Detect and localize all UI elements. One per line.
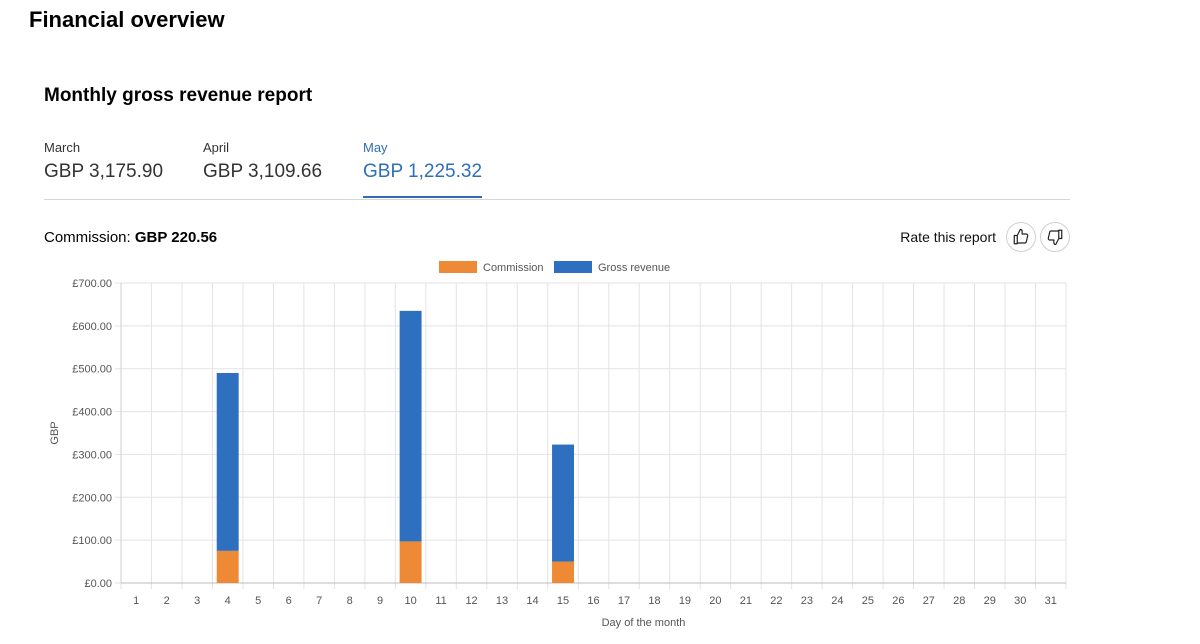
- commission-label: Commission:: [44, 229, 131, 246]
- x-tick-label: 25: [862, 595, 874, 607]
- x-tick-label: 19: [679, 595, 691, 607]
- x-tick-label: 2: [164, 595, 170, 607]
- bar-gross-revenue-day-4: [216, 373, 239, 551]
- commission-summary: Commission: GBP 220.56: [44, 229, 217, 246]
- legend-label: Gross revenue: [598, 262, 670, 274]
- x-tick-label: 30: [1014, 595, 1026, 607]
- thumbs-up-button[interactable]: [1006, 222, 1036, 252]
- x-tick-label: 16: [587, 595, 599, 607]
- x-tick-label: 21: [740, 595, 752, 607]
- x-tick-label: 18: [648, 595, 660, 607]
- thumbs-down-button[interactable]: [1040, 222, 1070, 252]
- month-value: GBP 1,225.32: [363, 161, 483, 182]
- x-tick-label: 23: [801, 595, 813, 607]
- bar-gross-revenue-day-10: [399, 310, 422, 542]
- x-tick-label: 17: [618, 595, 630, 607]
- x-tick-label: 14: [526, 595, 538, 607]
- bar-commission-day-10: [399, 541, 422, 583]
- x-tick-label: 15: [557, 595, 569, 607]
- x-axis-title: Day of the month: [602, 617, 686, 629]
- tab-may[interactable]: May GBP 1,225.32: [363, 138, 483, 198]
- bar-commission-day-4: [216, 550, 239, 583]
- month-value: GBP 3,175.90: [44, 161, 164, 182]
- rate-label: Rate this report: [900, 229, 996, 245]
- x-tick-label: 24: [831, 595, 843, 607]
- tab-april[interactable]: April GBP 3,109.66: [203, 138, 322, 198]
- x-tick-label: 9: [377, 595, 383, 607]
- x-tick-label: 28: [953, 595, 965, 607]
- y-tick-label: £300.00: [72, 449, 112, 461]
- y-tick-label: £100.00: [72, 535, 112, 547]
- report-title: Monthly gross revenue report: [44, 85, 313, 106]
- y-tick-label: £500.00: [72, 364, 112, 376]
- bar-gross-revenue-day-15: [552, 444, 574, 562]
- page-title: Financial overview: [29, 7, 225, 32]
- rate-report: Rate this report: [900, 222, 1070, 252]
- month-name: April: [203, 140, 230, 155]
- month-name: March: [44, 140, 81, 155]
- legend-label: Commission: [483, 262, 544, 274]
- x-tick-label: 6: [286, 595, 292, 607]
- y-tick-label: £700.00: [72, 278, 112, 290]
- x-tick-label: 13: [496, 595, 508, 607]
- x-tick-label: 12: [465, 595, 477, 607]
- x-tick-label: 27: [923, 595, 935, 607]
- x-tick-label: 7: [316, 595, 322, 607]
- x-tick-label: 20: [709, 595, 721, 607]
- x-tick-label: 4: [225, 595, 231, 607]
- y-tick-label: £200.00: [72, 492, 112, 504]
- y-tick-label: £400.00: [72, 407, 112, 419]
- x-tick-label: 5: [255, 595, 261, 607]
- thumbs-up-icon: [1013, 228, 1029, 245]
- x-tick-label: 22: [770, 595, 782, 607]
- month-tabs: March GBP 3,175.90 April GBP 3,109.66 Ma…: [44, 138, 1070, 200]
- x-tick-label: 26: [892, 595, 904, 607]
- y-axis-title: GBP: [49, 421, 61, 444]
- x-tick-label: 3: [194, 595, 200, 607]
- bar-commission-day-15: [552, 561, 574, 583]
- y-tick-label: £600.00: [72, 321, 112, 333]
- commission-value: GBP 220.56: [134, 229, 218, 246]
- revenue-bar-chart: £0.00 £100.00 £200.00 £300.00 £400.00 £500.00…: [49, 261, 1067, 629]
- x-tick-label: 11: [435, 595, 446, 607]
- legend-swatch: [554, 261, 592, 273]
- y-tick-label: £0.00: [84, 578, 112, 590]
- x-tick-label: 8: [347, 595, 353, 607]
- x-tick-label: 10: [404, 595, 416, 607]
- x-tick-label: 31: [1045, 595, 1057, 607]
- x-tick-label: 1: [133, 595, 139, 607]
- month-value: GBP 3,109.66: [203, 161, 323, 182]
- x-tick-label: 29: [984, 595, 996, 607]
- month-name: May: [363, 140, 388, 155]
- thumbs-down-icon: [1047, 229, 1063, 246]
- legend-swatch: [439, 261, 477, 273]
- tab-march[interactable]: March GBP 3,175.90: [44, 138, 163, 198]
